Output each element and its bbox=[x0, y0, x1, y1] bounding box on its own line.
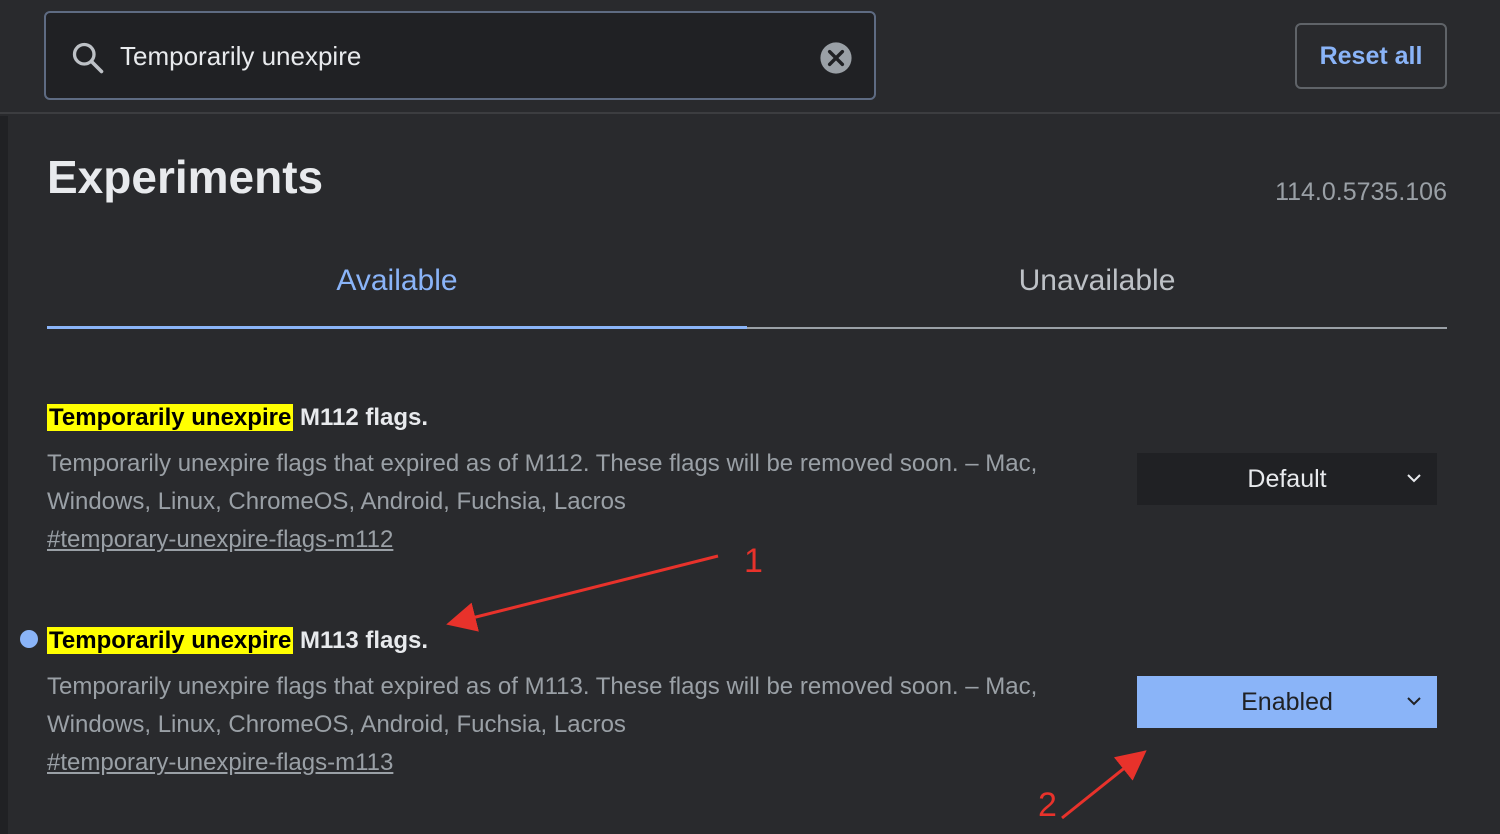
clear-icon[interactable] bbox=[819, 41, 853, 75]
flag-permalink[interactable]: #temporary-unexpire-flags-m112 bbox=[47, 526, 393, 554]
annotation-number-2: 2 bbox=[1038, 786, 1057, 824]
select-value: Enabled bbox=[1241, 687, 1333, 716]
top-toolbar: Reset all bbox=[0, 0, 1500, 114]
page-title: Experiments bbox=[47, 151, 324, 203]
flag-state-select-m113[interactable]: Enabled bbox=[1137, 676, 1437, 728]
flag-title: Temporarily unexpire M112 flags. bbox=[47, 403, 1447, 433]
search-highlight: Temporarily unexpire bbox=[47, 404, 294, 431]
tab-available[interactable]: Available bbox=[47, 250, 747, 329]
tab-unavailable[interactable]: Unavailable bbox=[747, 250, 1447, 329]
search-input[interactable] bbox=[120, 35, 810, 77]
flag-description: Temporarily unexpire flags that expired … bbox=[47, 450, 1038, 515]
search-highlight: Temporarily unexpire bbox=[47, 627, 294, 654]
flag-title: Temporarily unexpire M113 flags. bbox=[47, 626, 1447, 656]
version-label: 114.0.5735.106 bbox=[1275, 178, 1447, 206]
search-box[interactable] bbox=[44, 11, 876, 100]
flag-title-rest: M112 flags. bbox=[299, 404, 429, 431]
flag-description: Temporarily unexpire flags that expired … bbox=[47, 673, 1038, 738]
reset-all-button[interactable]: Reset all bbox=[1295, 23, 1447, 89]
flag-permalink[interactable]: #temporary-unexpire-flags-m113 bbox=[47, 749, 393, 777]
chevron-down-icon bbox=[1407, 474, 1421, 483]
search-icon bbox=[72, 42, 104, 74]
tab-bar: Available Unavailable bbox=[47, 250, 1447, 329]
flag-title-rest: M113 flags. bbox=[299, 627, 429, 654]
flag-state-select-m112[interactable]: Default bbox=[1137, 453, 1437, 505]
chevron-down-icon bbox=[1407, 697, 1421, 706]
annotation-arrow-1 bbox=[446, 554, 719, 632]
modified-indicator-dot bbox=[20, 630, 38, 648]
left-edge-strip bbox=[0, 116, 8, 834]
select-value: Default bbox=[1247, 464, 1327, 493]
annotation-number-1: 1 bbox=[744, 542, 763, 580]
